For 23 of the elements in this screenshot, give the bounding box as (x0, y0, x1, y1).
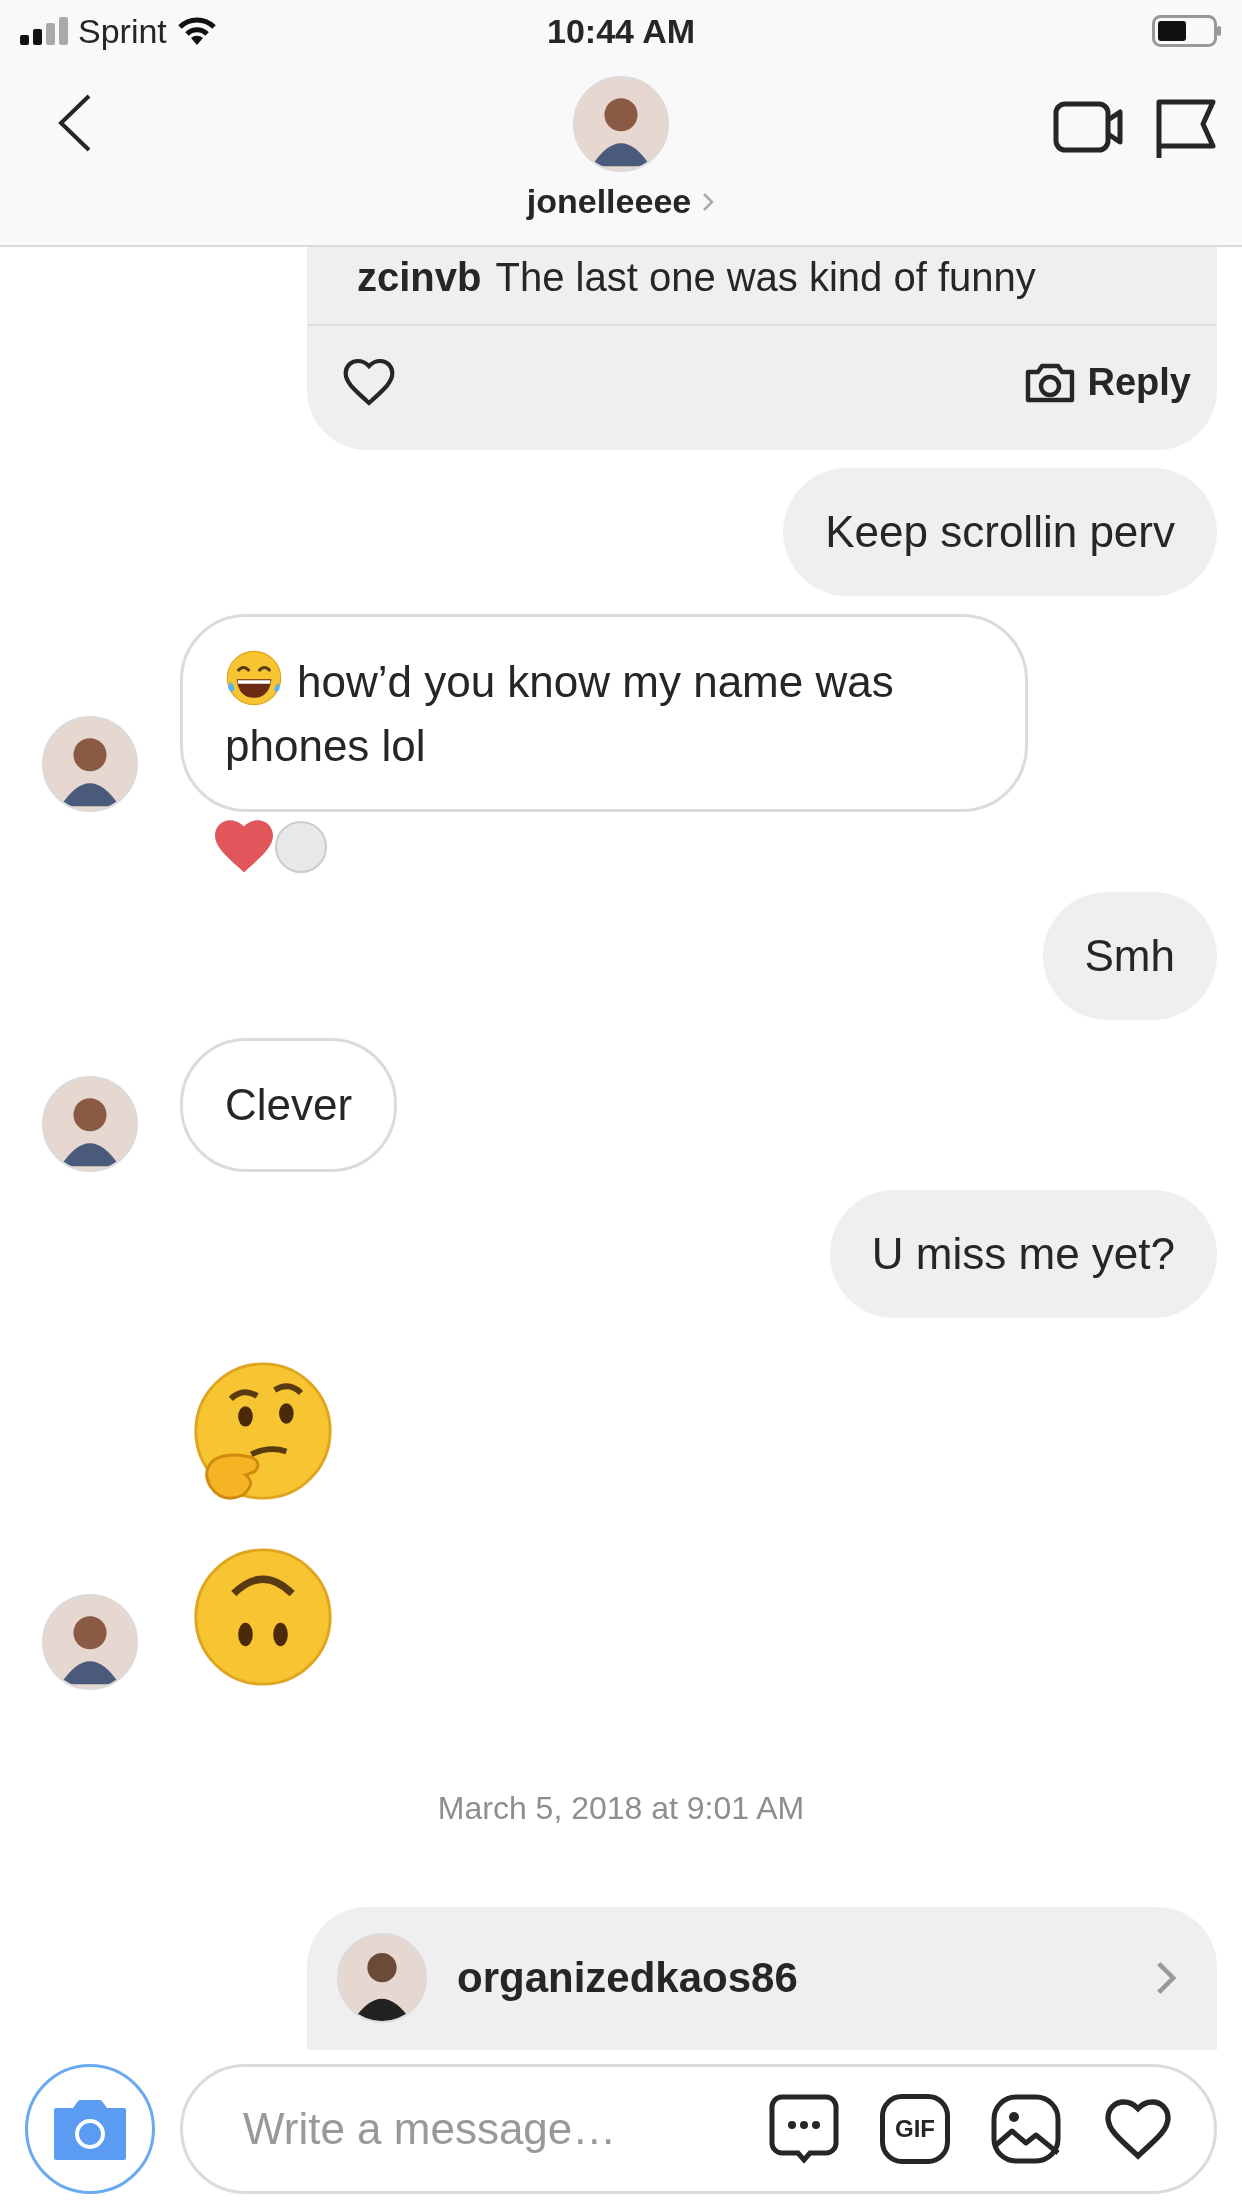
message-bubble: Smh (1042, 892, 1217, 1021)
message-bubble: how’d you know my name was phones lol (180, 613, 1028, 813)
chat-bubble-icon[interactable] (768, 2093, 840, 2165)
message-bubble: Clever (180, 1038, 398, 1172)
chevron-right-icon (1155, 1959, 1177, 1996)
profile-username: organizedkaos86 (457, 1953, 798, 2002)
message-bubble: Keep scrollin perv (783, 468, 1217, 596)
image-icon[interactable] (990, 2093, 1062, 2165)
battery-icon (1152, 15, 1222, 47)
gif-button[interactable]: GIF (880, 2094, 950, 2164)
message-input[interactable]: Write a message… (243, 2104, 728, 2154)
carrier-name: Sprint (78, 11, 167, 51)
post-caption: zcinvb The last one was kind of funny (307, 247, 1217, 326)
shared-post-card[interactable]: zcinvb The last one was kind of funny Reply (307, 247, 1217, 450)
signal-icon (20, 17, 70, 45)
timestamp: March 5, 2018 at 9:01 AM (437, 1789, 805, 1826)
clock-time: 10:44 AM (547, 11, 695, 50)
shared-profile-card[interactable]: organizedkaos86 (307, 1906, 1217, 2050)
message-bubble: U miss me yet? (829, 1190, 1217, 1318)
header-username[interactable]: jonelleeee (526, 182, 692, 221)
reply-button[interactable]: Reply (1021, 357, 1191, 407)
chevron-right-icon (701, 190, 716, 213)
flag-icon[interactable] (1155, 98, 1217, 160)
